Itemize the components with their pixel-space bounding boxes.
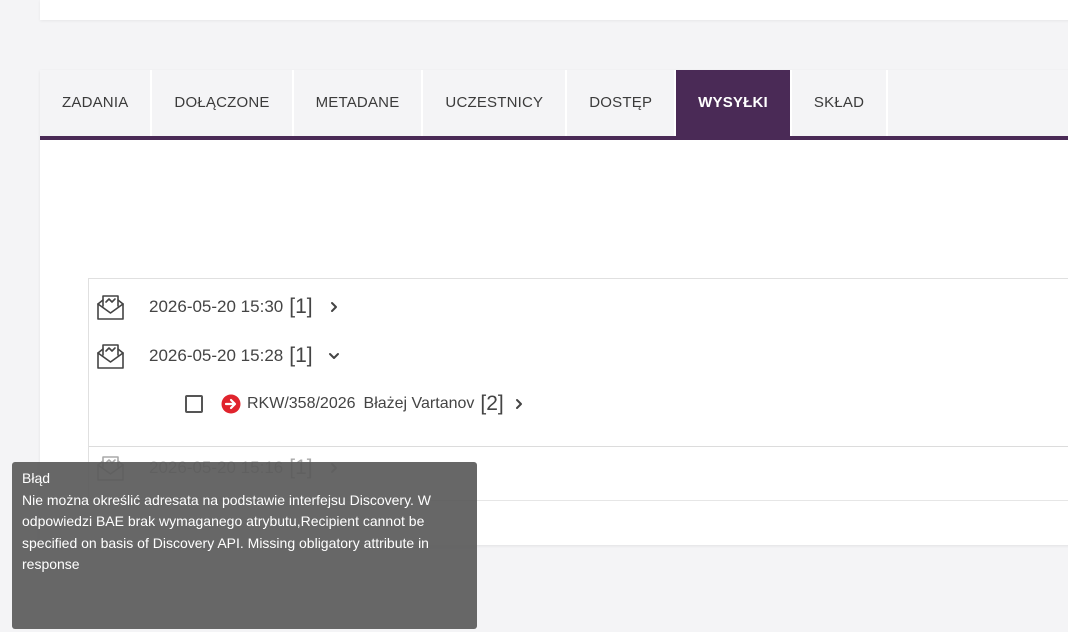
tab-wysylki[interactable]: WYSYŁKI [676, 70, 792, 136]
item-recipient: Błażej Vartanov [363, 395, 475, 412]
chevron-right-icon[interactable] [327, 300, 341, 314]
shipment-item-row[interactable]: RKW/358/2026 Błażej Vartanov [2] [185, 389, 526, 419]
shipment-row[interactable]: 2026-05-20 15:30 [1] [89, 292, 341, 322]
tab-dolaczone[interactable]: DOŁĄCZONE [152, 70, 294, 136]
shipment-date: 2026-05-20 15:28 [149, 346, 284, 365]
shipment-row-expanded[interactable]: 2026-05-20 15:28 [1] [89, 341, 341, 371]
tab-metadane[interactable]: METADANE [293, 70, 424, 136]
tab-dostep[interactable]: DOSTĘP [567, 70, 677, 136]
envelope-send-icon [97, 295, 124, 320]
chevron-down-icon[interactable] [327, 349, 341, 363]
error-tooltip: Błąd Nie można określić adresata na pods… [12, 462, 477, 629]
item-checkbox[interactable] [185, 395, 203, 413]
tab-uczestnicy[interactable]: UCZESTNICY [423, 70, 568, 136]
shipment-count: [1] [289, 295, 313, 318]
item-count: [2] [480, 392, 504, 415]
item-number: RKW/358/2026 [247, 395, 356, 412]
tab-zadania[interactable]: ZADANIA [40, 70, 153, 136]
tab-bar: ZADANIA DOŁĄCZONE METADANE UCZESTNICY DO… [40, 70, 1068, 140]
shipment-date: 2026-05-20 15:30 [149, 297, 284, 316]
tooltip-title: Błąd [22, 470, 51, 486]
chevron-right-icon[interactable] [512, 397, 526, 411]
shipments-list: 2026-05-20 15:30 [1] 2026-05-20 15:28 [1… [88, 278, 1068, 447]
error-arrow-icon[interactable] [221, 394, 241, 414]
tab-sklad[interactable]: SKŁAD [791, 70, 889, 136]
shipment-count: [1] [289, 344, 313, 367]
header-card [40, 0, 1068, 20]
envelope-send-icon [97, 344, 124, 369]
tooltip-text: Nie można określić adresata na podstawie… [22, 491, 432, 573]
